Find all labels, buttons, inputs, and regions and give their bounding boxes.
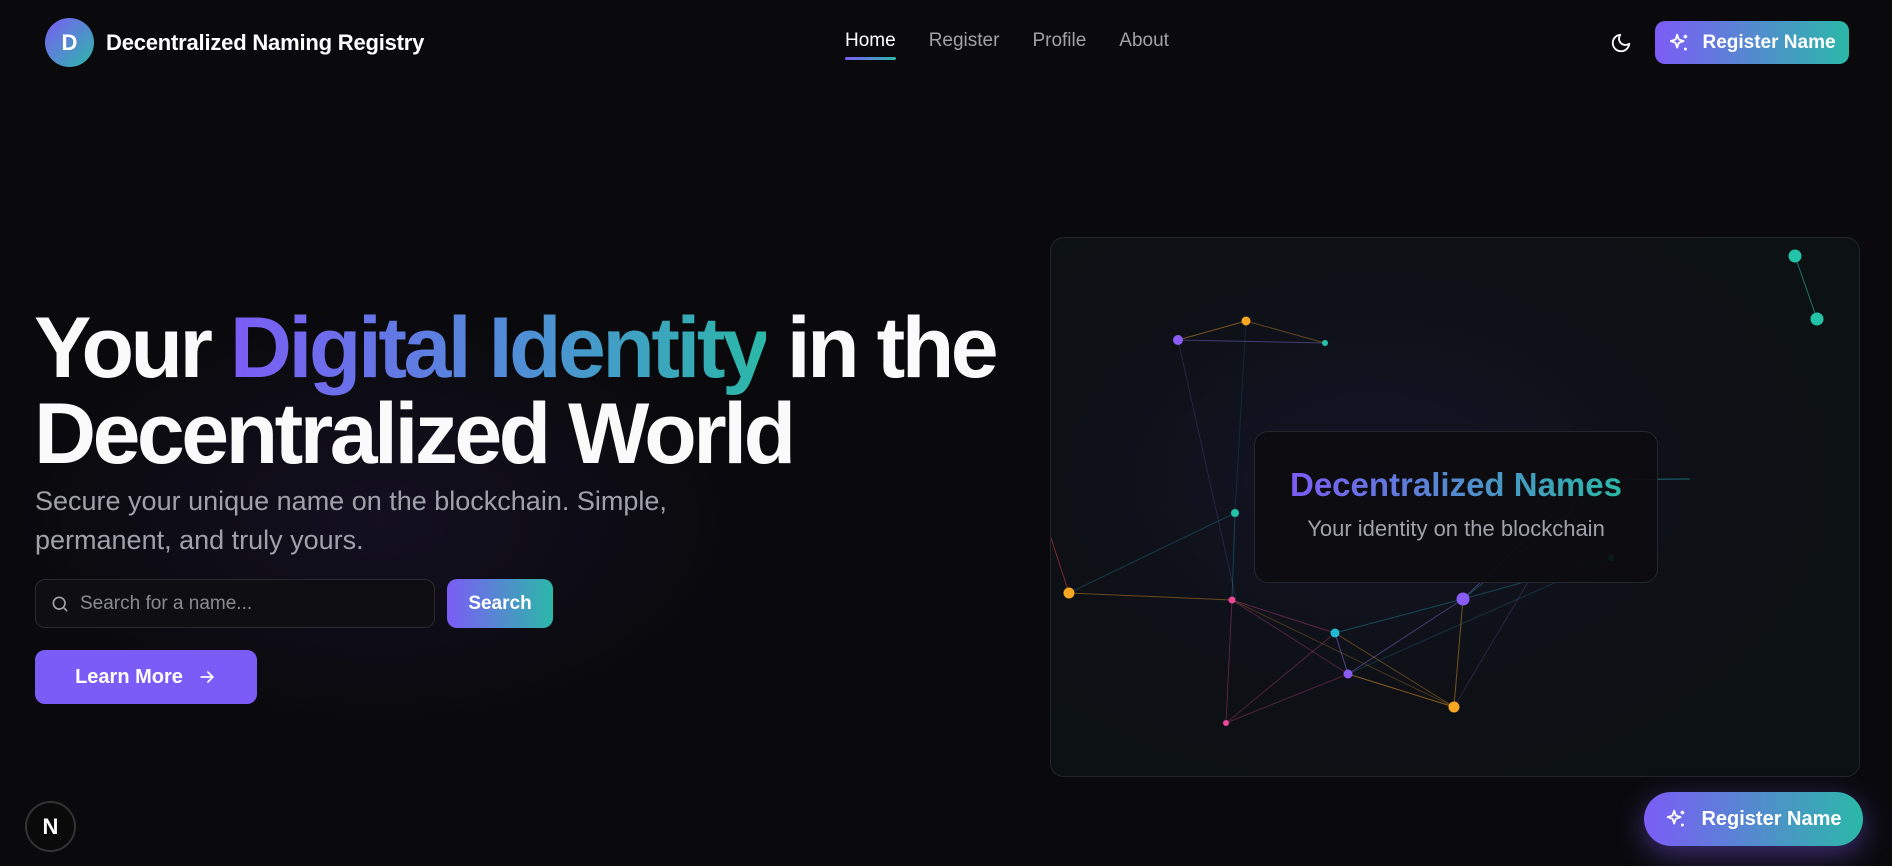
network-edge	[1225, 599, 1233, 724]
brand-logo: D	[45, 18, 94, 67]
network-node	[1322, 340, 1328, 346]
network-node	[1063, 587, 1075, 599]
search-box	[35, 579, 435, 628]
nav-link-register[interactable]: Register	[929, 30, 1000, 60]
network-node	[1448, 701, 1460, 713]
sparkles-icon	[1670, 33, 1688, 50]
arrow-right-icon	[200, 671, 214, 683]
top-navbar: D Decentralized Naming Registry Home Reg…	[0, 0, 1892, 84]
network-edge	[1453, 598, 1464, 708]
network-edge	[1234, 320, 1247, 514]
network-edge	[1225, 673, 1349, 724]
floating-register-label: Register Name	[1701, 807, 1842, 830]
network-node	[1810, 312, 1824, 326]
network-edge	[1231, 599, 1336, 634]
register-name-button-label: Register Name	[1702, 31, 1836, 53]
card-title: Decentralized Names	[1290, 466, 1622, 503]
network-edge	[1794, 255, 1818, 320]
network-edge	[1347, 598, 1464, 675]
floating-register-button[interactable]: Register Name	[1644, 792, 1863, 846]
network-node	[1223, 720, 1229, 726]
network-edge	[1334, 598, 1464, 634]
network-edge	[1177, 339, 1326, 344]
card-subtitle: Your identity on the blockchain	[1307, 516, 1605, 541]
register-name-button[interactable]: Register Name	[1655, 21, 1849, 64]
nav-links: Home Register Profile About	[845, 30, 1169, 60]
moon-icon	[1611, 33, 1631, 53]
hero-title-highlight: Digital Identity	[229, 300, 770, 396]
network-edge	[1225, 632, 1336, 724]
network-node	[1173, 335, 1183, 345]
network-edge	[1177, 339, 1237, 600]
network-edge	[1068, 512, 1236, 594]
network-node	[1231, 509, 1239, 517]
search-button[interactable]: Search	[447, 579, 553, 628]
hero-title-part1: Your	[34, 300, 230, 396]
network-node	[1241, 316, 1251, 326]
network-edge	[1051, 537, 1070, 594]
nav-link-about[interactable]: About	[1119, 30, 1169, 60]
network-edge	[1068, 592, 1233, 601]
learn-more-label: Learn More	[75, 665, 183, 688]
network-node	[1456, 592, 1470, 606]
hero-subtitle: Secure your unique name on the blockchai…	[35, 486, 667, 555]
brand[interactable]: D Decentralized Naming Registry	[45, 18, 424, 67]
network-edge	[1347, 673, 1455, 708]
hero-title: Your Digital Identity in the Decentraliz…	[34, 305, 1014, 477]
nav-link-home[interactable]: Home	[845, 30, 896, 60]
nav-link-profile[interactable]: Profile	[1032, 30, 1086, 60]
theme-toggle-button[interactable]	[1606, 28, 1636, 58]
learn-more-button[interactable]: Learn More	[35, 650, 257, 704]
network-node	[1343, 669, 1353, 679]
brand-name: Decentralized Naming Registry	[106, 29, 425, 55]
network-node	[1228, 596, 1236, 604]
search-icon	[52, 596, 68, 611]
network-edge	[1177, 320, 1247, 341]
network-node	[1788, 249, 1802, 263]
center-card: Decentralized Names Your identity on the…	[1254, 431, 1658, 583]
network-visual-panel: Decentralized Names Your identity on the…	[1050, 237, 1860, 777]
network-edge	[1245, 320, 1326, 344]
sparkles-icon	[1667, 809, 1685, 827]
dev-tools-badge[interactable]: N	[25, 801, 76, 852]
search-input[interactable]	[80, 592, 410, 615]
network-edge	[1334, 632, 1349, 675]
network-node	[1330, 628, 1340, 638]
